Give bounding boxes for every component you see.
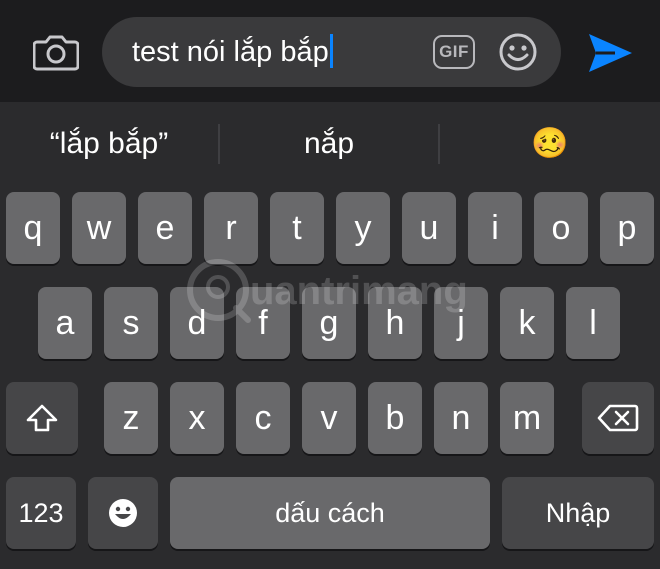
camera-button[interactable]: [30, 30, 82, 74]
numbers-key[interactable]: 123: [6, 477, 76, 549]
suggestion-2[interactable]: nắp: [220, 102, 438, 186]
gif-label: GIF: [439, 42, 469, 61]
key-y[interactable]: y: [336, 192, 390, 264]
message-input[interactable]: test nói lắp bắp GIF: [102, 17, 561, 87]
suggestion-3[interactable]: 🥴: [440, 102, 660, 186]
backspace-icon: [597, 404, 639, 432]
suggestion-1[interactable]: “lắp bắp”: [0, 102, 218, 186]
emoji-icon: [109, 499, 137, 527]
key-g[interactable]: g: [302, 287, 356, 359]
shift-icon: [26, 404, 58, 432]
suggestion-bar: “lắp bắp” nắp 🥴: [0, 102, 660, 186]
key-d[interactable]: d: [170, 287, 224, 359]
smiley-icon[interactable]: [498, 32, 538, 72]
key-j[interactable]: j: [434, 287, 488, 359]
key-v[interactable]: v: [302, 382, 356, 454]
key-r[interactable]: r: [204, 192, 258, 264]
gif-button[interactable]: GIF: [433, 35, 475, 69]
key-n[interactable]: n: [434, 382, 488, 454]
key-h[interactable]: h: [368, 287, 422, 359]
key-u[interactable]: u: [402, 192, 456, 264]
key-p[interactable]: p: [600, 192, 654, 264]
space-key[interactable]: dấu cách: [170, 477, 490, 549]
key-c[interactable]: c: [236, 382, 290, 454]
key-s[interactable]: s: [104, 287, 158, 359]
key-q[interactable]: q: [6, 192, 60, 264]
key-z[interactable]: z: [104, 382, 158, 454]
paper-plane-icon[interactable]: [585, 30, 635, 76]
message-text: test nói lắp bắp: [132, 36, 329, 68]
key-i[interactable]: i: [468, 192, 522, 264]
key-a[interactable]: a: [38, 287, 92, 359]
text-caret: [329, 34, 333, 69]
composer-bar: test nói lắp bắp GIF: [0, 0, 660, 102]
key-l[interactable]: l: [566, 287, 620, 359]
key-k[interactable]: k: [500, 287, 554, 359]
key-e[interactable]: e: [138, 192, 192, 264]
key-t[interactable]: t: [270, 192, 324, 264]
key-o[interactable]: o: [534, 192, 588, 264]
backspace-key[interactable]: [582, 382, 654, 454]
key-b[interactable]: b: [368, 382, 422, 454]
emoji-key[interactable]: [88, 477, 158, 549]
shift-key[interactable]: [6, 382, 78, 454]
key-m[interactable]: m: [500, 382, 554, 454]
key-f[interactable]: f: [236, 287, 290, 359]
key-w[interactable]: w: [72, 192, 126, 264]
return-key[interactable]: Nhập: [502, 477, 654, 549]
key-x[interactable]: x: [170, 382, 224, 454]
keyboard: q w e r t y u i o p a s d f g h j k l z …: [0, 186, 660, 569]
message-text-wrapper: test nói lắp bắp: [132, 17, 333, 87]
camera-icon: [33, 35, 79, 71]
